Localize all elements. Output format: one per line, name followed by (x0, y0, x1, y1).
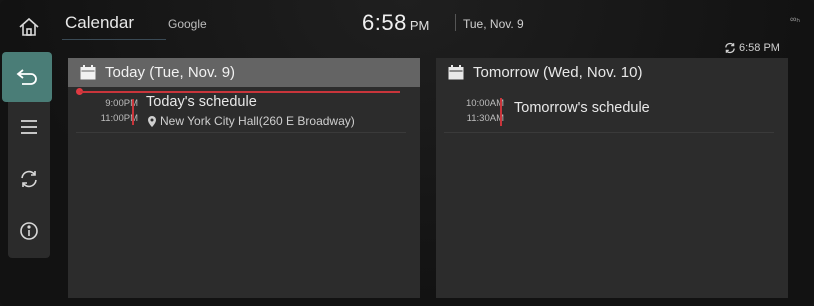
info-button[interactable] (8, 210, 50, 252)
event-title: Tomorrow's schedule (514, 100, 650, 116)
sync-small-icon (725, 42, 735, 54)
today-panel: Today (Tue, Nov. 9) 9:00PM 11:00PM Today… (68, 58, 420, 298)
event-times: 9:00PM 11:00PM (82, 96, 138, 126)
event-color-bar (500, 98, 502, 126)
current-time-line (80, 91, 400, 93)
sync-icon (21, 170, 37, 188)
clock: 6:58 PM (362, 10, 429, 36)
today-header[interactable]: Today (Tue, Nov. 9) (68, 58, 420, 87)
event-location: New York City Hall(260 E Broadway) (148, 114, 355, 128)
event-end: 11:00PM (100, 113, 138, 124)
signal-icon: ∞ₕ (790, 14, 801, 24)
account-label[interactable]: Google (168, 17, 207, 31)
last-sync: 6:58 PM (724, 42, 780, 54)
row-divider (444, 132, 774, 133)
menu-button[interactable] (8, 106, 50, 148)
home-icon (19, 17, 39, 36)
today-heading: Today (Tue, Nov. 9) (105, 64, 236, 81)
back-button[interactable] (2, 52, 52, 102)
calendar-screen: Calendar Google 6:58 PM Tue, Nov. 9 ∞ₕ 6… (0, 0, 814, 306)
app-title: Calendar (65, 13, 134, 32)
clock-time: 6:58 (362, 10, 407, 35)
app-title-underline (62, 39, 166, 40)
event-start: 10:00AM (465, 98, 504, 109)
last-sync-time: 6:58 PM (739, 42, 780, 54)
event-start: 9:00PM (105, 98, 138, 109)
event-location-text: New York City Hall(260 E Broadway) (160, 114, 355, 128)
location-pin-icon (148, 115, 156, 127)
event-color-bar (132, 99, 134, 125)
tomorrow-heading: Tomorrow (Wed, Nov. 10) (473, 64, 643, 81)
header-date: Tue, Nov. 9 (463, 17, 524, 31)
tomorrow-header[interactable]: Tomorrow (Wed, Nov. 10) (436, 58, 788, 87)
list-item[interactable]: 9:00PM 11:00PM Today's schedule New York… (68, 94, 420, 134)
event-title: Today's schedule (146, 94, 257, 110)
calendar-icon (448, 65, 464, 80)
header-separator (455, 14, 456, 31)
list-item[interactable]: 10:00AM 11:30AM Tomorrow's schedule (436, 96, 788, 134)
row-divider (76, 132, 406, 133)
clock-ampm: PM (409, 18, 430, 33)
sync-button[interactable] (8, 158, 50, 200)
event-times: 10:00AM 11:30AM (450, 96, 504, 126)
calendar-icon (80, 65, 96, 80)
tomorrow-panel: Tomorrow (Wed, Nov. 10) 10:00AM 11:30AM … (436, 58, 788, 298)
event-end: 11:30AM (466, 113, 504, 124)
home-button[interactable] (8, 8, 50, 46)
menu-icon (21, 120, 37, 134)
info-icon (20, 222, 38, 240)
back-icon (16, 69, 37, 85)
